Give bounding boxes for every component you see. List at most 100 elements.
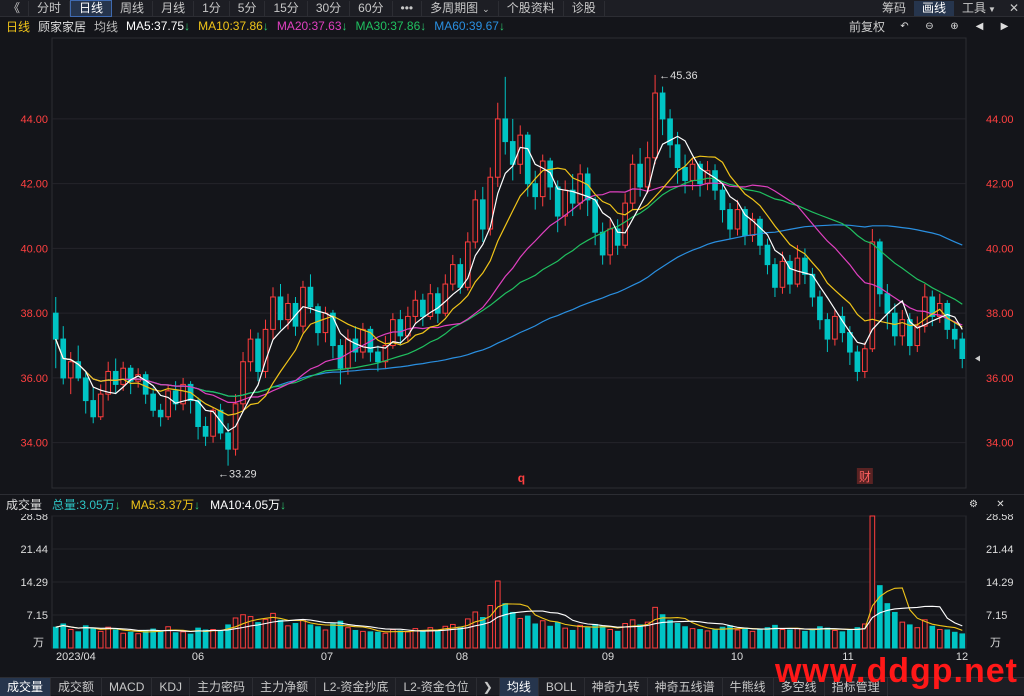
candle-down [719,189,726,211]
candle-down [255,338,261,372]
x-axis-label: 07 [321,651,333,663]
tab-1[interactable]: 日线 [70,0,113,17]
period-label: 日线 [6,19,31,34]
overlay-tab-2[interactable]: 神奇九转 [585,677,648,696]
volume-bar-down [951,631,958,649]
overlay-tab-3[interactable]: 神奇五线谱 [648,677,723,696]
x-axis-label: 09 [602,651,614,663]
tab-6[interactable]: 15分 [265,0,308,16]
ma-label[interactable]: 均线 [94,18,118,35]
zoom-out-icon[interactable]: ⊖ [924,21,935,32]
price-tick-left: 42.00 [20,179,48,191]
ma30-arrow-icon: ↓ [420,19,427,33]
x-axis-label: 06 [192,651,204,663]
indicator-tab-1[interactable]: 成交额 [51,677,103,696]
ma20-arrow-icon: ↓ [341,19,348,33]
settings-icon[interactable]: ⚙ [968,499,979,510]
volume-bar-down [524,615,531,649]
candle-up [517,134,524,165]
draw-line-button[interactable]: 画线 [913,0,954,16]
zoom-in-icon[interactable]: ⊕ [949,21,960,32]
volume-bar-up [135,633,141,649]
volume-controls: ⚙ ✕ [968,499,1024,510]
overlay-tab-0[interactable]: 均线 [499,677,539,696]
volume-bar-down [352,629,359,649]
caret-down-icon: ▼ [988,4,996,14]
candle-up [539,160,546,198]
volume-bar-down [172,632,179,649]
candle-down [90,400,97,418]
candle-down [884,293,891,314]
volume-bar-up [689,628,696,649]
tab-8[interactable]: 60分 [350,0,393,16]
ma60-value: MA60:39.67 [434,19,499,33]
volume-bar-up [360,630,366,649]
total-arrow-icon: ↓ [114,497,121,512]
candle-down [420,299,426,317]
tab-3[interactable]: 月线 [153,0,195,16]
indicator-tab-0[interactable]: 成交量 [0,677,52,696]
tab-label: 月线 [161,0,186,15]
candle-up [412,299,419,317]
close-panel-icon[interactable]: ✕ [995,499,1006,510]
candle-down [674,144,681,168]
volume-bar-down [959,633,966,649]
tab-4[interactable]: 1分 [194,0,230,16]
tab-11[interactable]: 个股资料 [499,0,564,16]
tab-0[interactable]: 分时 [29,0,71,16]
volume-bar-up [180,631,186,649]
chip-button[interactable]: 筹码 [874,1,914,16]
plot-frame [51,37,967,489]
tab-label: 个股资料 [506,0,555,15]
tab-10[interactable]: 多周期图 ⌄ [422,0,499,16]
tab-5[interactable]: 5分 [230,0,266,16]
tab-12[interactable]: 诊股 [564,0,605,16]
overlay-tab-4[interactable]: 牛熊线 [723,677,774,696]
tab-2[interactable]: 周线 [112,0,154,16]
indicator-tab-2[interactable]: MACD [102,677,153,696]
volume-tick-right: 14.29 [986,577,1014,589]
volume-bar-down [420,630,426,649]
candle-up [832,315,838,340]
volume-bar-down [112,629,119,649]
volume-bar-up [464,618,471,649]
volume-bar-down [719,626,726,649]
candle-down [397,319,404,337]
indicator-tab-7[interactable]: L2-资金仓位 [396,677,477,696]
scroll-right-icon[interactable]: ❯ [477,677,500,696]
price-tick-right: 36.00 [986,373,1014,385]
move-right-icon[interactable]: ▶ [999,21,1010,32]
price-tick-left: 40.00 [20,243,48,255]
volume-bar-down [532,623,539,649]
volume-bar-up [562,627,569,649]
candle-up [67,361,74,379]
adjust-dropdown[interactable]: 前复权 [849,18,885,35]
tab-label: 5分 [237,0,257,15]
x-axis-label: 08 [456,651,468,663]
candlestick-chart[interactable]: 44.00 44.00 42.00 42.00 40.00 40.00 38.00 38.00… [0,36,1024,494]
volume-bar-up [607,629,613,649]
candle-up [914,325,921,347]
back-icon[interactable]: 《 [0,0,30,16]
chevron-down-icon: ⌄ [482,3,490,14]
volume-bar-down [217,630,224,649]
volume-bar-up [240,614,246,649]
candle-down [817,296,823,321]
indicator-tab-3[interactable]: KDJ [152,677,191,696]
tools-button[interactable]: 工具 ▼ [954,1,1004,16]
volume-bar-up [382,632,389,649]
tab-9[interactable]: ••• [393,0,423,16]
candle-up [270,296,276,330]
move-left-icon[interactable]: ◀ [974,21,985,32]
overlay-tab-1[interactable]: BOLL [539,677,585,696]
candle-down [854,351,861,372]
volume-bar-up [345,627,351,649]
indicator-tab-4[interactable]: 主力密码 [190,677,254,696]
undo-icon[interactable]: ↶ [899,21,910,32]
indicator-tab-5[interactable]: 主力净额 [253,677,317,696]
close-icon[interactable]: ✕ [1004,1,1024,16]
toolbar-right: 筹码 画线 工具 ▼ ✕ [874,0,1024,16]
indicator-tab-6[interactable]: L2-资金抄底 [316,677,397,696]
tab-7[interactable]: 30分 [308,0,351,16]
volume-bar-down [892,611,898,649]
